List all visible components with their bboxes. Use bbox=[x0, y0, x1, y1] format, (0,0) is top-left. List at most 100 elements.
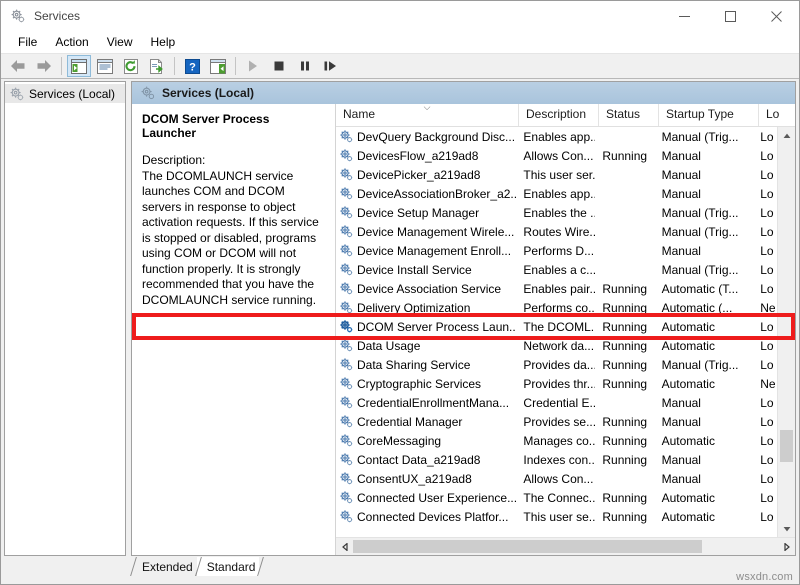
service-name-label: ConsentUX_a219ad8 bbox=[357, 471, 472, 486]
maximize-button[interactable] bbox=[707, 1, 753, 31]
table-row[interactable]: DevicesFlow_a219ad8 Allows Con... Running M… bbox=[336, 146, 777, 165]
service-name-label: CoreMessaging bbox=[357, 433, 442, 448]
column-header-startup-type[interactable]: Startup Type bbox=[659, 104, 759, 126]
tab-extended[interactable]: Extended bbox=[132, 557, 197, 576]
refresh-icon[interactable] bbox=[119, 55, 143, 77]
restart-service-icon[interactable] bbox=[319, 55, 343, 77]
export-list-icon[interactable] bbox=[145, 55, 169, 77]
table-row[interactable]: Device Setup Manager Enables the ... Manua… bbox=[336, 203, 777, 222]
cell-log-on-as: Lo bbox=[760, 281, 774, 296]
column-header-description[interactable]: Description bbox=[519, 104, 599, 126]
cell-description: Allows Con... bbox=[523, 148, 594, 163]
table-row[interactable]: Connected Devices Platfor... This user se… bbox=[336, 507, 777, 526]
column-header-name[interactable]: Name ⌵ bbox=[336, 104, 519, 126]
service-gear-icon bbox=[339, 433, 354, 448]
close-button[interactable] bbox=[753, 1, 799, 31]
service-gear-icon bbox=[339, 129, 354, 144]
cell-startup-type: Manual bbox=[661, 148, 701, 163]
cell-description: Enables the ... bbox=[523, 205, 596, 220]
show-hide-console-tree-icon[interactable] bbox=[67, 55, 91, 77]
cell-log-on-as: Lo bbox=[760, 338, 774, 353]
table-row[interactable]: CredentialEnrollmentMana... Credential E.… bbox=[336, 393, 777, 412]
cell-service-name: DevicesFlow_a219ad8 bbox=[336, 148, 516, 163]
cell-description: Provides da... bbox=[523, 357, 596, 372]
table-row[interactable]: Connected User Experience... The Connec..… bbox=[336, 488, 777, 507]
minimize-button[interactable] bbox=[661, 1, 707, 31]
table-row[interactable]: Data Usage Network da... Running Automatic L… bbox=[336, 336, 777, 355]
table-row[interactable]: Delivery Optimization Performs co... Runni… bbox=[336, 298, 777, 317]
list-horizontal-scrollbar[interactable] bbox=[336, 537, 795, 555]
cell-service-name: CredentialEnrollmentMana... bbox=[336, 395, 516, 410]
cell-service-name: Cryptographic Services bbox=[336, 376, 516, 391]
tab-standard[interactable]: Standard bbox=[196, 556, 260, 576]
service-gear-icon bbox=[339, 414, 354, 429]
service-gear-icon bbox=[339, 262, 354, 277]
help-icon[interactable]: ? bbox=[180, 55, 204, 77]
start-service-icon[interactable] bbox=[241, 55, 265, 77]
scroll-right-arrow-icon[interactable] bbox=[778, 538, 795, 555]
table-row[interactable]: DevQuery Background Disc... Enables app..… bbox=[336, 127, 777, 146]
cell-log-on-as: Lo bbox=[760, 433, 774, 448]
scroll-down-arrow-icon[interactable] bbox=[778, 520, 795, 537]
column-header-log-on-as[interactable]: Lo bbox=[759, 104, 783, 126]
toolbar-separator-2 bbox=[174, 57, 175, 75]
cell-description: Network da... bbox=[523, 338, 595, 353]
menu-file[interactable]: File bbox=[9, 32, 46, 52]
horizontal-scroll-thumb[interactable] bbox=[353, 540, 702, 553]
scroll-up-arrow-icon[interactable] bbox=[778, 127, 795, 144]
column-header-name-label: Name bbox=[343, 107, 376, 121]
table-row[interactable]: DeviceAssociationBroker_a2... Enables app… bbox=[336, 184, 777, 203]
back-icon[interactable] bbox=[6, 55, 30, 77]
show-hide-action-pane-icon[interactable] bbox=[206, 55, 230, 77]
table-row[interactable]: Device Install Service Enables a c... Manu… bbox=[336, 260, 777, 279]
pause-service-icon[interactable] bbox=[293, 55, 317, 77]
service-gear-icon bbox=[339, 167, 354, 182]
table-row[interactable]: Cryptographic Services Provides thr... Run… bbox=[336, 374, 777, 393]
forward-icon[interactable] bbox=[32, 55, 56, 77]
cell-startup-type: Manual bbox=[661, 395, 701, 410]
table-row[interactable]: Contact Data_a219ad8 Indexes con... Runnin… bbox=[336, 450, 777, 469]
table-row[interactable]: Device Association Service Enables pair..… bbox=[336, 279, 777, 298]
table-row[interactable]: DCOM Server Process Laun... The DCOML... R… bbox=[336, 317, 777, 336]
stop-service-icon[interactable] bbox=[267, 55, 291, 77]
menu-action[interactable]: Action bbox=[46, 32, 97, 52]
cell-log-on-as: Lo bbox=[760, 509, 774, 524]
cell-service-name: Data Usage bbox=[336, 338, 516, 353]
service-name-label: DevQuery Background Disc... bbox=[357, 129, 516, 144]
view-tabs-bar: Extended Standard wsxdn.com bbox=[1, 556, 799, 584]
cell-description: Enables app... bbox=[523, 186, 596, 201]
service-gear-icon bbox=[339, 452, 354, 467]
vertical-scroll-track[interactable] bbox=[778, 144, 795, 520]
cell-service-name: DevQuery Background Disc... bbox=[336, 129, 516, 144]
cell-log-on-as: Lo bbox=[760, 471, 774, 486]
cell-status: Running bbox=[602, 376, 648, 391]
table-row[interactable]: Data Sharing Service Provides da... Runnin… bbox=[336, 355, 777, 374]
cell-service-name: Device Management Enroll... bbox=[336, 243, 516, 258]
table-row[interactable]: Device Management Enroll... Performs D...… bbox=[336, 241, 777, 260]
main-split: Services (Local) Services (Local) DCOM S… bbox=[1, 79, 799, 556]
column-header-status[interactable]: Status bbox=[599, 104, 659, 126]
cell-description: Provides se... bbox=[523, 414, 596, 429]
cell-startup-type: Manual (Trig... bbox=[661, 357, 739, 372]
service-name-label: Data Usage bbox=[357, 338, 421, 353]
scroll-left-arrow-icon[interactable] bbox=[336, 538, 353, 555]
table-row[interactable]: Device Management Wirele... Routes Wire..… bbox=[336, 222, 777, 241]
vertical-scroll-thumb[interactable] bbox=[780, 430, 793, 462]
menu-view[interactable]: View bbox=[98, 32, 142, 52]
cell-status: Running bbox=[602, 357, 648, 372]
list-vertical-scrollbar[interactable] bbox=[777, 127, 795, 537]
table-row[interactable]: CoreMessaging Manages co... Running Automat… bbox=[336, 431, 777, 450]
table-row[interactable]: DevicePicker_a219ad8 This user ser... Manu… bbox=[336, 165, 777, 184]
tree-item-services-local[interactable]: Services (Local) bbox=[5, 84, 125, 103]
service-description-text: The DCOMLAUNCH service launches COM and … bbox=[142, 168, 319, 307]
table-row[interactable]: ConsentUX_a219ad8 Allows Con... Manual Lo bbox=[336, 469, 777, 488]
cell-log-on-as: Lo bbox=[760, 490, 774, 505]
horizontal-scroll-track[interactable] bbox=[353, 538, 778, 555]
properties-icon[interactable] bbox=[93, 55, 117, 77]
cell-description: Enables a c... bbox=[523, 262, 596, 277]
cell-service-name: ConsentUX_a219ad8 bbox=[336, 471, 516, 486]
service-name-label: Delivery Optimization bbox=[357, 300, 471, 315]
table-row[interactable]: Credential Manager Provides se... Running M… bbox=[336, 412, 777, 431]
menu-help[interactable]: Help bbox=[142, 32, 185, 52]
service-detail-title: DCOM Server Process Launcher bbox=[142, 112, 270, 140]
